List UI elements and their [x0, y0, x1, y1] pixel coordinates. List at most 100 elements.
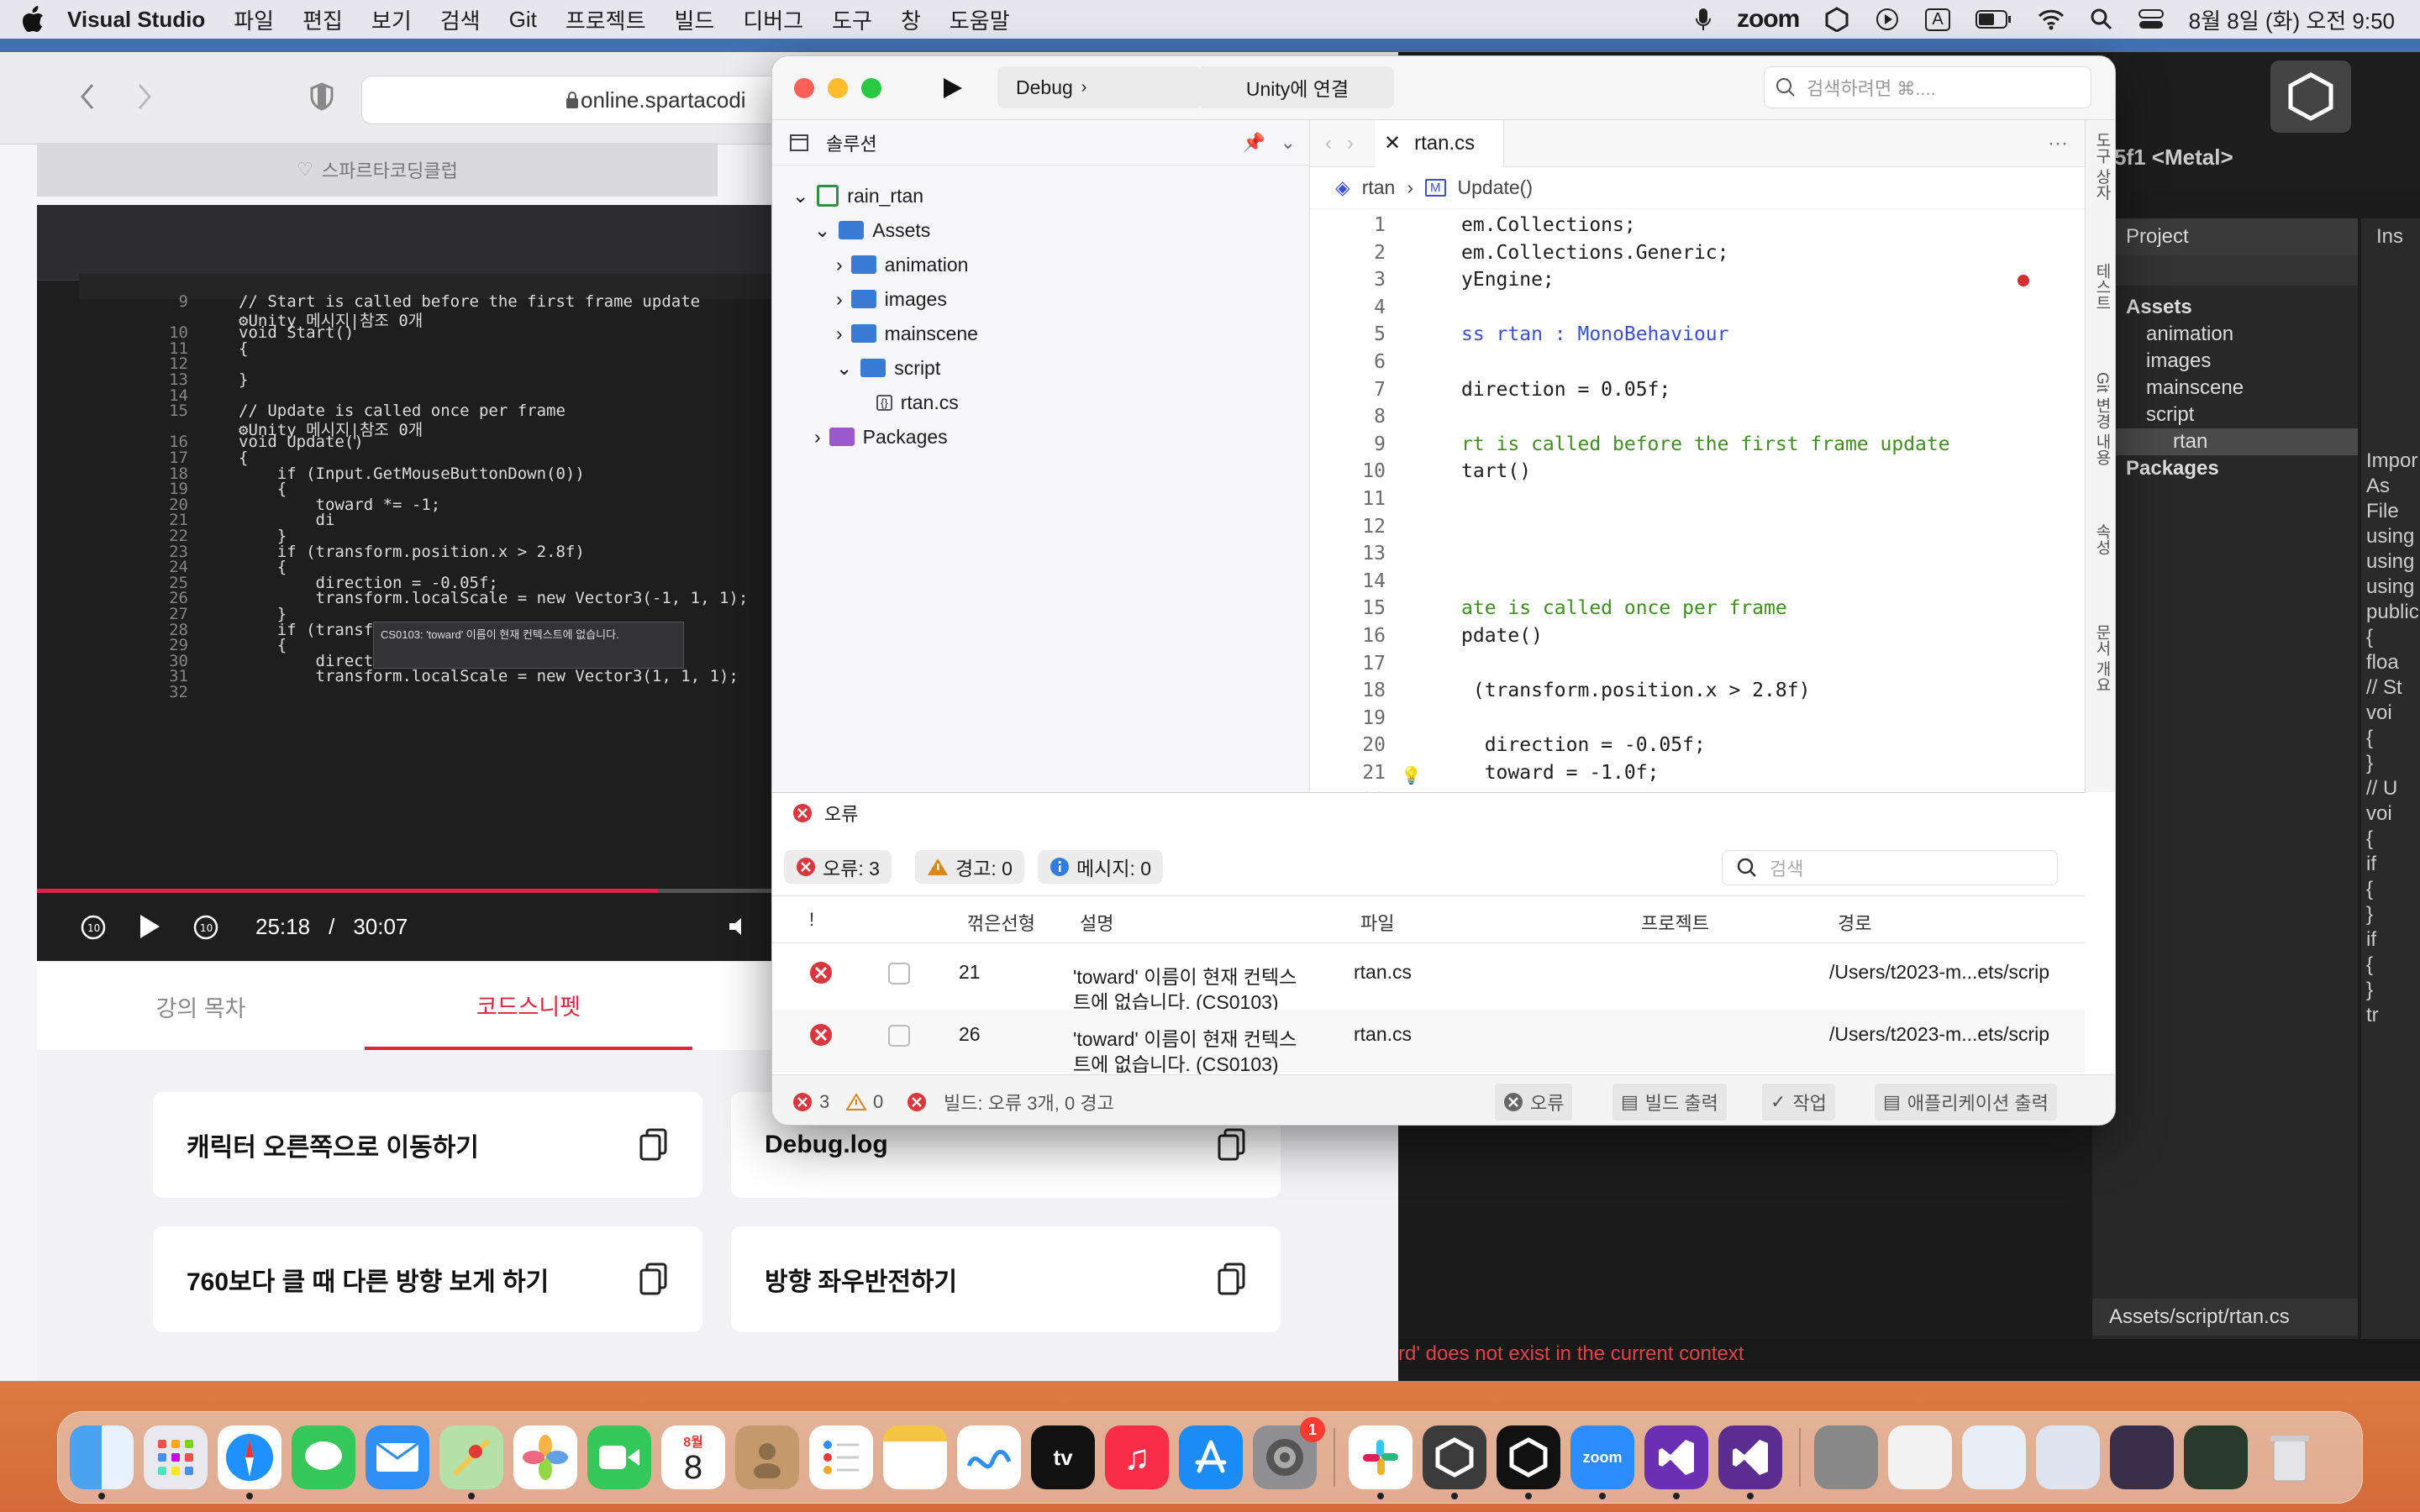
- unity-editor-icon[interactable]: [1497, 1425, 1560, 1499]
- menubar-datetime[interactable]: 8월 8일 (화) 오전 9:50: [2189, 4, 2395, 35]
- visual-studio-code-icon[interactable]: [1718, 1425, 1782, 1499]
- app-name[interactable]: Visual Studio: [67, 7, 205, 33]
- unity-hub-icon[interactable]: [1423, 1425, 1486, 1499]
- system-settings-icon[interactable]: 1: [1253, 1417, 1325, 1489]
- more-icon[interactable]: ···: [2048, 132, 2068, 155]
- notes-icon[interactable]: [883, 1425, 947, 1489]
- control-center-icon[interactable]: [2138, 8, 2164, 30]
- error-row-checkbox[interactable]: [888, 963, 910, 984]
- battery-icon[interactable]: [1975, 9, 2012, 29]
- status-app-output-button[interactable]: ▤ 애플리케이션 출력: [1875, 1084, 2057, 1121]
- tab-code-snippet[interactable]: 코드스니펫: [365, 963, 692, 1050]
- menu-tools[interactable]: 도구: [832, 4, 872, 35]
- tree-assets[interactable]: ⌄ Assets: [814, 213, 930, 247]
- status-error-count[interactable]: 3: [784, 1084, 838, 1121]
- unity-logo-icon[interactable]: [2270, 60, 2351, 133]
- menu-view[interactable]: 보기: [371, 4, 412, 35]
- minimize-window-icon[interactable]: [828, 78, 848, 98]
- tree-folder-animation[interactable]: › animation: [836, 248, 968, 281]
- menu-window[interactable]: 창: [901, 4, 921, 35]
- lecture-video-player[interactable]: 9// Start is called before the first fra…: [37, 205, 776, 961]
- menu-git[interactable]: Git: [509, 7, 537, 33]
- col-project[interactable]: 프로젝트: [1641, 909, 1709, 936]
- copy-icon[interactable]: [1217, 1263, 1247, 1296]
- recent-window-thumbnail-5[interactable]: [2184, 1425, 2248, 1489]
- slack-icon[interactable]: [1349, 1425, 1413, 1499]
- zoom-window-icon[interactable]: [861, 78, 881, 98]
- reminders-icon[interactable]: [809, 1425, 873, 1489]
- menu-build[interactable]: 빌드: [675, 4, 715, 35]
- unity-tree-images[interactable]: images: [2126, 348, 2358, 375]
- col-description[interactable]: 설명: [1080, 909, 1113, 936]
- privacy-shield-icon[interactable]: [309, 82, 334, 111]
- run-icon[interactable]: [942, 76, 964, 100]
- volume-icon[interactable]: [727, 914, 752, 939]
- error-row[interactable]: 26 'toward' 이름이 현재 컨텍스 트에 없습니다. (CS0103)…: [772, 1010, 2085, 1075]
- error-row[interactable]: 21 'toward' 이름이 현재 컨텍스 트에 없습니다. (CS0103)…: [772, 948, 2085, 1013]
- freeform-icon[interactable]: [957, 1425, 1021, 1489]
- code-area[interactable]: 1 em.Collections; 2 em.Collections.Generic;…: [1310, 209, 2085, 792]
- tree-file-rtan[interactable]: {} rtan.cs: [876, 386, 959, 419]
- status-warning-count[interactable]: 0: [838, 1084, 892, 1121]
- trash-icon[interactable]: [2258, 1425, 2322, 1489]
- error-filter-pill[interactable]: 오류: 3: [784, 850, 892, 884]
- menu-file[interactable]: 파일: [234, 4, 274, 35]
- close-tab-icon[interactable]: ✕: [1384, 131, 1401, 155]
- menu-search[interactable]: 검색: [440, 4, 481, 35]
- breadcrumb-class[interactable]: rtan: [1362, 176, 1396, 199]
- launchpad-icon[interactable]: [144, 1425, 208, 1489]
- build-config-selector[interactable]: Debug ›: [997, 66, 1202, 108]
- calendar-icon[interactable]: 8월 8: [661, 1425, 725, 1489]
- tree-packages[interactable]: › Packages: [814, 420, 948, 454]
- unity-tree-packages[interactable]: Packages: [2126, 455, 2358, 482]
- tree-root[interactable]: ⌄ rain_rtan: [792, 179, 923, 213]
- copy-icon[interactable]: [639, 1128, 669, 1162]
- properties-tab[interactable]: 속성: [2091, 523, 2113, 555]
- photos-icon[interactable]: [513, 1425, 577, 1489]
- nav-forward-icon[interactable]: ›: [1347, 132, 1354, 155]
- unity-tree-animation[interactable]: animation: [2126, 321, 2358, 348]
- microphone-icon[interactable]: [1695, 7, 1712, 32]
- tab-lecture-toc[interactable]: 강의 목차: [37, 963, 365, 1050]
- recent-window-thumbnail-2[interactable]: [1962, 1425, 2026, 1489]
- menu-project[interactable]: 프로젝트: [566, 4, 646, 35]
- editor-tab-rtan[interactable]: ✕ rtan.cs: [1376, 119, 1505, 167]
- menu-debug[interactable]: 디버그: [743, 4, 803, 35]
- downloads-folder-icon[interactable]: [1814, 1425, 1878, 1489]
- breadcrumb-member[interactable]: Update(): [1458, 176, 1533, 199]
- rewind-10-icon[interactable]: 10: [79, 912, 108, 941]
- run-target-selector[interactable]: Unity에 연결: [1201, 66, 1394, 108]
- error-row-checkbox[interactable]: [888, 1025, 910, 1047]
- vs-search-input[interactable]: 검색하려면 ⌘....: [1764, 66, 2091, 108]
- app-store-icon[interactable]: [1179, 1425, 1243, 1489]
- zoom-app-icon[interactable]: zoom: [1570, 1425, 1634, 1499]
- unity-console-status[interactable]: rd' does not exist in the current contex…: [1398, 1339, 2420, 1369]
- toolbox-tab[interactable]: 도구 상자: [2091, 132, 2113, 200]
- menu-help[interactable]: 도움말: [950, 4, 1010, 35]
- git-changes-tab[interactable]: Git 변경 내용: [2091, 372, 2113, 465]
- status-build-output-button[interactable]: ▤ 빌드 출력: [1612, 1084, 1727, 1121]
- finder-icon[interactable]: [70, 1425, 134, 1499]
- document-outline-tab[interactable]: 문서 개요: [2091, 624, 2113, 692]
- apple-icon[interactable]: [0, 6, 67, 33]
- tree-folder-mainscene[interactable]: › mainscene: [836, 317, 978, 350]
- pin-icon[interactable]: 📌: [1243, 132, 1265, 154]
- apple-tv-icon[interactable]: tv: [1031, 1425, 1095, 1489]
- recent-window-thumbnail-1[interactable]: [1888, 1425, 1952, 1489]
- browser-tab-spartacoding[interactable]: ♡ 스파르타코딩클럽: [37, 143, 718, 197]
- warning-filter-pill[interactable]: 경고: 0: [915, 850, 1024, 884]
- nav-back-icon[interactable]: ‹: [1325, 132, 1332, 155]
- col-file[interactable]: 파일: [1360, 909, 1394, 936]
- unity-tree-rtan[interactable]: rtan: [2092, 428, 2358, 455]
- error-search-input[interactable]: 검색: [1722, 850, 2058, 885]
- forward-10-icon[interactable]: 10: [192, 912, 220, 941]
- back-icon[interactable]: [79, 82, 96, 111]
- recent-window-thumbnail-3[interactable]: [2036, 1425, 2100, 1489]
- menu-edit[interactable]: 편집: [302, 4, 343, 35]
- mail-icon[interactable]: [366, 1425, 429, 1489]
- snippet-card[interactable]: 760보다 클 때 다른 방향 보게 하기: [153, 1226, 702, 1332]
- unity-hub-icon[interactable]: [1824, 7, 1849, 32]
- recent-window-thumbnail-4[interactable]: [2110, 1425, 2174, 1489]
- messages-icon[interactable]: [292, 1425, 355, 1489]
- status-tasks-button[interactable]: ✓ 작업: [1762, 1084, 1835, 1121]
